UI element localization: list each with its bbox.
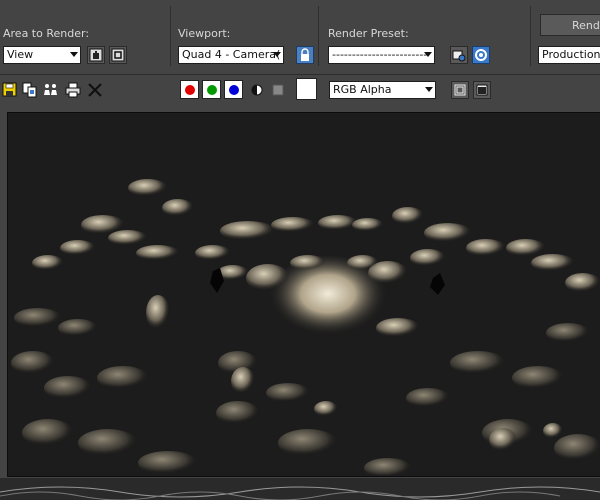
toolbar-separator <box>530 6 531 66</box>
render-button-label: Rende <box>572 19 600 32</box>
rendered-image-area[interactable] <box>7 112 600 477</box>
area-to-render-dropdown[interactable]: View <box>3 46 81 64</box>
auto-region-select-button[interactable] <box>109 46 127 64</box>
production-dropdown[interactable]: Production <box>538 46 600 64</box>
toolbar-separator <box>170 6 171 66</box>
toggle-ui-overlay-button[interactable] <box>451 81 469 99</box>
green-channel-icon <box>206 84 217 95</box>
clear-icon[interactable] <box>87 82 103 98</box>
edit-region-icon <box>89 48 103 62</box>
render-preset-value: ------------------------ <box>332 48 428 61</box>
toggle-ui-button[interactable] <box>473 81 491 99</box>
environment-setup-icon <box>452 50 466 62</box>
viewport-label: Viewport: <box>178 27 231 40</box>
blue-channel-icon <box>228 84 239 95</box>
print-icon[interactable] <box>65 82 81 98</box>
render-preset-dropdown[interactable]: ------------------------ <box>328 46 435 64</box>
area-to-render-value: View <box>7 48 34 61</box>
channel-display-dropdown[interactable]: RGB Alpha <box>329 81 436 99</box>
edit-region-button[interactable] <box>87 46 105 64</box>
render-setup-icon <box>475 49 487 61</box>
environment-effects-button[interactable] <box>450 46 468 64</box>
clone-frame-window-icon[interactable] <box>43 82 59 98</box>
channel-display-value: RGB Alpha <box>333 83 392 96</box>
display-alpha-icon[interactable] <box>249 82 265 98</box>
production-value: Production <box>542 48 600 61</box>
green-channel-toggle[interactable] <box>202 80 221 99</box>
viewport-dropdown[interactable]: Quad 4 - Camera( <box>178 46 284 64</box>
save-icon[interactable] <box>2 82 18 98</box>
toggle-ui-icon <box>476 84 488 96</box>
blue-channel-toggle[interactable] <box>224 80 243 99</box>
background-color-swatch[interactable] <box>296 78 317 100</box>
toggle-ui-overlay-icon <box>454 84 466 96</box>
chevron-down-icon <box>273 52 281 57</box>
auto-region-select-icon <box>111 48 125 62</box>
scene-thumbnail-strip <box>0 478 600 500</box>
render-button[interactable]: Rende <box>540 14 600 36</box>
monochrome-icon[interactable] <box>270 82 286 98</box>
red-channel-icon <box>184 84 195 95</box>
chevron-down-icon <box>424 52 432 57</box>
rendered-cloud-image <box>8 113 600 476</box>
lock-icon <box>301 48 309 61</box>
render-preset-label: Render Preset: <box>328 27 409 40</box>
toolbar-separator <box>318 6 319 66</box>
red-channel-toggle[interactable] <box>180 80 199 99</box>
render-setup-button[interactable] <box>472 46 490 64</box>
area-to-render-label: Area to Render: <box>3 27 90 40</box>
bottom-preview-strip <box>0 478 600 500</box>
copy-image-icon[interactable] <box>22 82 38 98</box>
lock-viewport-button[interactable] <box>296 46 314 64</box>
viewport-value: Quad 4 - Camera( <box>182 48 281 61</box>
chevron-down-icon <box>70 52 78 57</box>
chevron-down-icon <box>425 87 433 92</box>
